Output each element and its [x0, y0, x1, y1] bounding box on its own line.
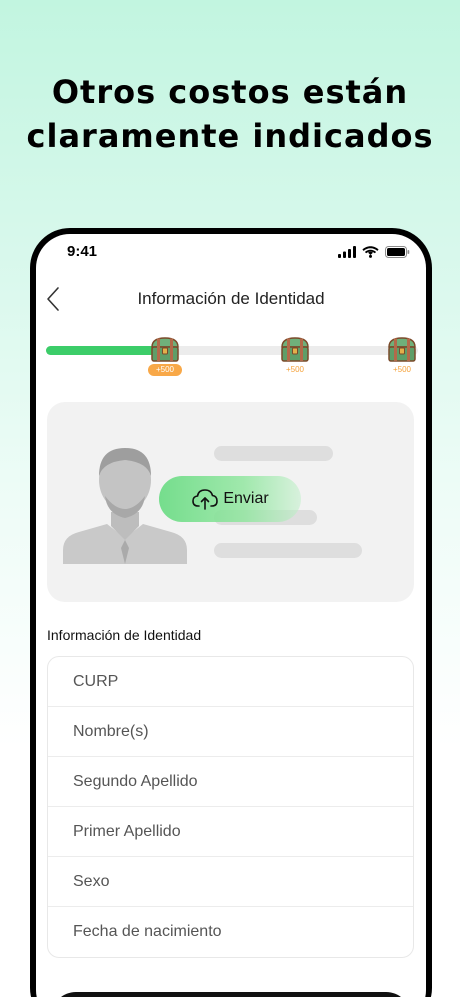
status-bar: 9:41 [36, 234, 426, 274]
treasure-chest-icon [281, 337, 309, 362]
wifi-icon [362, 246, 379, 258]
reward-label-3: +500 [392, 365, 412, 374]
section-title: Información de Identidad [47, 627, 202, 643]
nav-bar: Información de Identidad [36, 284, 426, 314]
treasure-chest-icon [388, 337, 416, 362]
promo-headline: Otros costos están claramente indicados [0, 70, 460, 158]
status-time: 9:41 [67, 243, 98, 260]
curp-field[interactable]: CURP [48, 657, 413, 707]
placeholder-line [214, 446, 333, 461]
progress-bar [46, 346, 418, 355]
upload-button[interactable]: Enviar [159, 476, 301, 522]
cloud-upload-icon [192, 489, 219, 510]
battery-icon [385, 246, 410, 258]
submit-button[interactable] [51, 992, 411, 997]
phone-screen: 9:41 Información de Identidad +500 +500 … [36, 234, 426, 997]
upload-button-label: Enviar [223, 490, 269, 507]
headline-line-2: claramente indicados [26, 117, 434, 155]
identity-form: CURP Nombre(s) Segundo Apellido Primer A… [47, 656, 414, 958]
reward-label-1: +500 [148, 364, 182, 376]
reward-chest-1: +500 [145, 336, 185, 384]
page-title: Información de Identidad [137, 289, 325, 308]
first-name-field[interactable]: Nombre(s) [48, 707, 413, 757]
birthdate-field[interactable]: Fecha de nacimiento [48, 907, 413, 957]
headline-line-1: Otros costos están [51, 73, 409, 111]
reward-label-2: +500 [285, 365, 305, 374]
treasure-chest-icon [151, 337, 179, 362]
id-upload-card[interactable]: Enviar [47, 402, 414, 602]
reward-chest-2: +500 [275, 336, 315, 384]
first-surname-field[interactable]: Primer Apellido [48, 807, 413, 857]
second-surname-field[interactable]: Segundo Apellido [48, 757, 413, 807]
placeholder-line [214, 543, 362, 558]
signal-icon [338, 246, 356, 258]
reward-chest-3: +500 [382, 336, 422, 384]
sex-field[interactable]: Sexo [48, 857, 413, 907]
